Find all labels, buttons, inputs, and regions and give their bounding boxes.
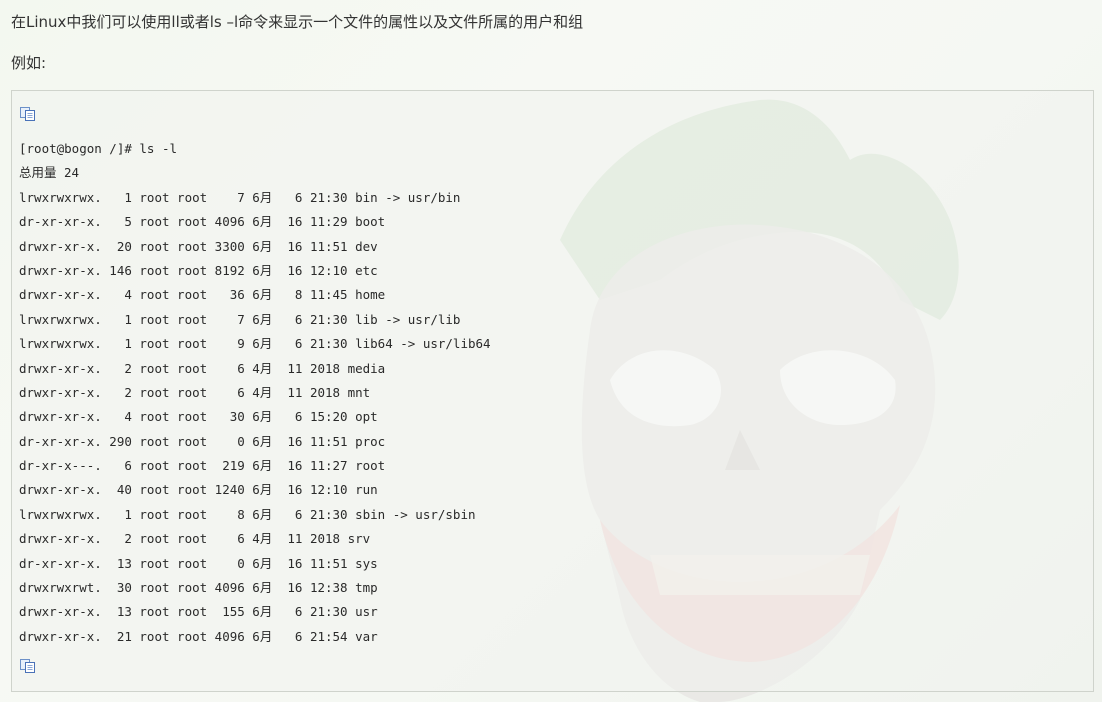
code-line: lrwxrwxrwx. 1 root root 8 6月 6 21:30 sbi… (19, 506, 476, 522)
code-line: [root@bogon /]# ls -l (19, 141, 178, 156)
code-line: drwxr-xr-x. 40 root root 1240 6月 16 12:1… (19, 482, 378, 498)
code-line: lrwxrwxrwx. 1 root root 7 6月 6 21:30 bin… (19, 189, 461, 205)
code-line: drwxr-xr-x. 20 root root 3300 6月 16 11:5… (19, 238, 378, 254)
code-lines: [root@bogon /]# ls -l 总用量 24 lrwxrwxrwx.… (19, 137, 491, 649)
code-line: drwxr-xr-x. 2 root root 6 4月 11 2018 srv (19, 531, 371, 547)
copy-code-icon[interactable] (20, 659, 36, 673)
copy-code-icon[interactable] (20, 107, 36, 121)
code-line: drwxr-xr-x. 146 root root 8192 6月 16 12:… (19, 262, 378, 278)
code-line: lrwxrwxrwx. 1 root root 9 6月 6 21:30 lib… (19, 336, 491, 352)
code-line: dr-xr-xr-x. 13 root root 0 6月 16 11:51 s… (19, 555, 378, 571)
code-line: dr-xr-x---. 6 root root 219 6月 16 11:27 … (19, 458, 386, 474)
code-line: dr-xr-xr-x. 5 root root 4096 6月 16 11:29… (19, 214, 386, 230)
code-line: lrwxrwxrwx. 1 root root 7 6月 6 21:30 lib… (19, 311, 461, 327)
code-line: drwxrwxrwt. 30 root root 4096 6月 16 12:3… (19, 580, 378, 596)
example-label: 例如: (11, 54, 47, 72)
code-line: drwxr-xr-x. 2 root root 6 4月 11 2018 mnt (19, 384, 371, 400)
code-line: drwxr-xr-x. 2 root root 6 4月 11 2018 med… (19, 360, 386, 376)
code-line: drwxr-xr-x. 4 root root 30 6月 6 15:20 op… (19, 409, 378, 425)
code-line: drwxr-xr-x. 4 root root 36 6月 8 11:45 ho… (19, 287, 386, 303)
intro-text: 在Linux中我们可以使用ll或者ls –l命令来显示一个文件的属性以及文件所属… (11, 13, 584, 31)
code-line: 总用量 24 (19, 165, 80, 181)
code-block: [root@bogon /]# ls -l 总用量 24 lrwxrwxrwx.… (11, 90, 1094, 692)
code-line: drwxr-xr-x. 21 root root 4096 6月 6 21:54… (19, 628, 378, 644)
code-line: dr-xr-xr-x. 290 root root 0 6月 16 11:51 … (19, 433, 386, 449)
code-line: drwxr-xr-x. 13 root root 155 6月 6 21:30 … (19, 604, 378, 620)
